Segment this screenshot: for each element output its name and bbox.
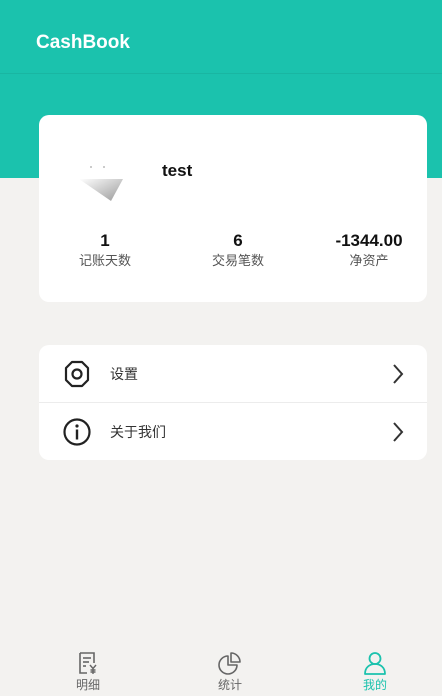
stat-label: 记账天数 (78, 254, 131, 269)
avatar-icon[interactable] (77, 161, 133, 207)
nav-tab-mine[interactable]: 我的 (335, 650, 415, 692)
stat-label: 交易笔数 (211, 254, 264, 269)
chevron-right-icon (393, 422, 404, 442)
stat-value: 6 (233, 231, 243, 250)
nav-tab-details[interactable]: 明细 (48, 650, 128, 692)
username: test (162, 161, 193, 180)
pie-chart-icon (218, 652, 241, 675)
menu-card: 设置 关于我们 (39, 345, 427, 460)
gear-icon (64, 360, 90, 388)
nav-label: 我的 (362, 678, 387, 692)
stat-value: -1344.00 (335, 231, 403, 250)
app-title: CashBook (36, 32, 130, 53)
stat-net-assets: -1344.00 净资产 (309, 231, 429, 270)
nav-tab-statistics[interactable]: 统计 (190, 650, 270, 692)
person-icon (364, 652, 386, 675)
stat-transaction-count: 6 交易笔数 (178, 231, 298, 270)
menu-item-settings[interactable]: 设置 (39, 345, 427, 403)
stat-value: 1 (100, 231, 110, 250)
bottom-navigation: 明细 统计 我的 (0, 640, 442, 696)
menu-item-label: 设置 (110, 367, 138, 383)
stat-label: 净资产 (349, 254, 389, 269)
chevron-right-icon (393, 364, 404, 384)
nav-label: 明细 (75, 678, 100, 692)
info-icon (63, 418, 91, 446)
nav-label: 统计 (217, 678, 242, 692)
menu-item-about-us[interactable]: 关于我们 (39, 403, 427, 460)
app-bar: CashBook (0, 17, 442, 74)
bill-icon (79, 652, 97, 674)
profile-card: test 1 记账天数 6 交易笔数 -1344.00 净资产 (39, 115, 427, 302)
stat-accounting-days: 1 记账天数 (45, 231, 165, 270)
menu-item-label: 关于我们 (110, 425, 166, 441)
